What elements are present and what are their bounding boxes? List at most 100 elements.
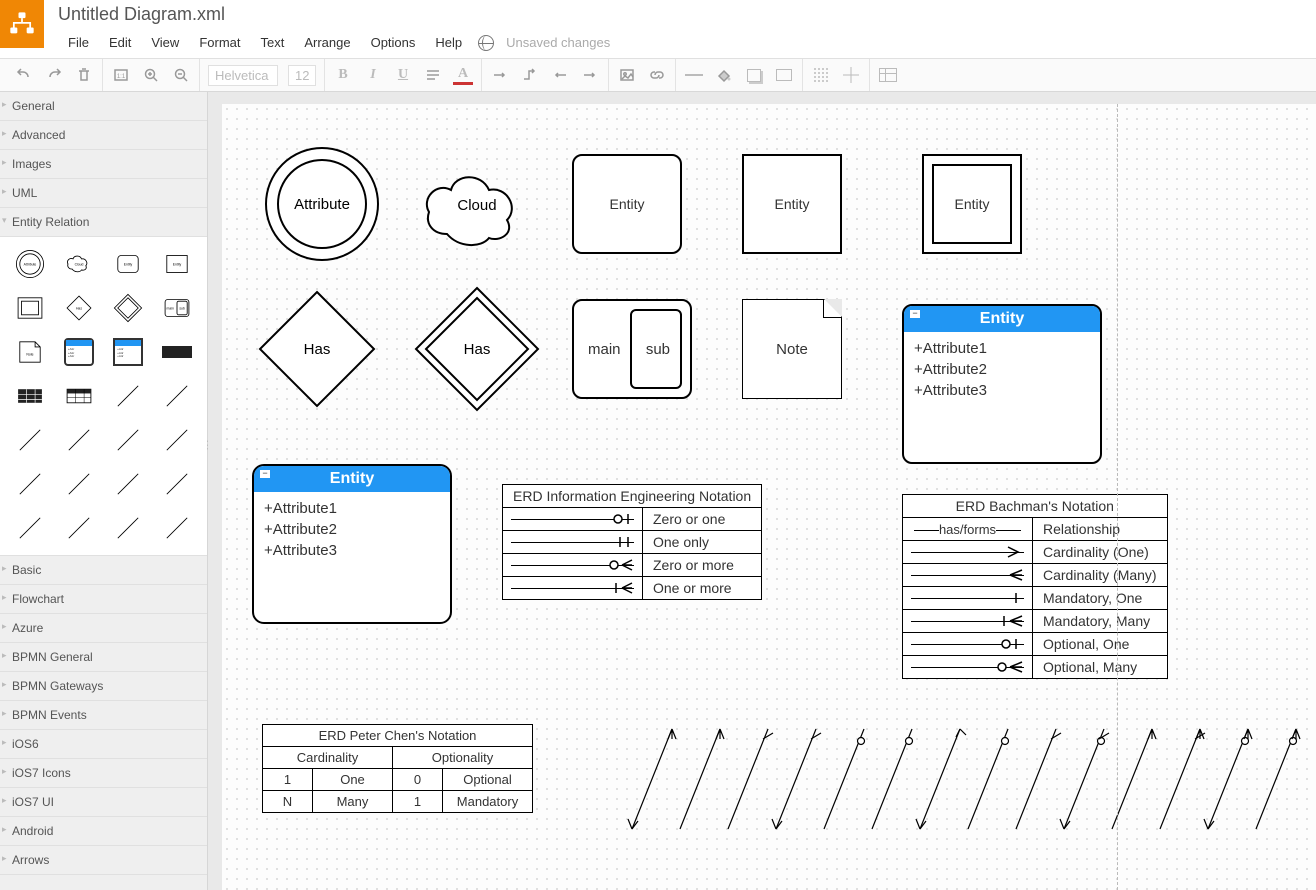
font-color-button[interactable]: A [453, 65, 473, 85]
redo-button[interactable] [44, 65, 64, 85]
palette-edge-2[interactable] [156, 377, 199, 415]
shape-entity-table-2[interactable]: − Entity +Attribute1 +Attribute2 +Attrib… [252, 464, 452, 624]
menu-file[interactable]: File [58, 31, 99, 54]
underline-button[interactable]: U [393, 65, 413, 85]
menu-text[interactable]: Text [250, 31, 294, 54]
grid-toggle[interactable] [811, 65, 831, 85]
sidebar-panel-ios7-ui[interactable]: iOS7 UI [0, 788, 207, 817]
font-size-field[interactable]: 12 [288, 65, 316, 86]
shape-cloud[interactable]: Cloud [412, 154, 542, 257]
edge-gallery[interactable] [622, 719, 1302, 852]
palette-cloud[interactable]: Cloud [57, 245, 100, 283]
palette-entity-double[interactable] [8, 289, 51, 327]
app-logo[interactable] [0, 0, 44, 48]
align-button[interactable] [423, 65, 443, 85]
palette-entity-table-blue2[interactable]: +Attr+Attr+Attr [107, 333, 150, 371]
svg-text:Cloud: Cloud [457, 197, 496, 214]
sidebar-panel-basic[interactable]: Basic [0, 556, 207, 585]
menu-arrange[interactable]: Arrange [294, 31, 360, 54]
shape-entity-square[interactable]: Entity [742, 154, 842, 254]
shape-entity-double[interactable]: Entity [922, 154, 1022, 254]
sidebar-panel-arrows[interactable]: Arrows [0, 846, 207, 875]
menu-format[interactable]: Format [189, 31, 250, 54]
zoom-out-button[interactable] [171, 65, 191, 85]
line-start-button[interactable] [550, 65, 570, 85]
sidebar-panel-ios7-icons[interactable]: iOS7 Icons [0, 759, 207, 788]
shape-attribute[interactable]: Attribute [262, 144, 382, 267]
palette-edge-3[interactable] [8, 421, 51, 459]
palette-has-double[interactable] [107, 289, 150, 327]
palette-note[interactable]: Note [8, 333, 51, 371]
palette-edge-7[interactable] [8, 465, 51, 503]
palette-edge-8[interactable] [57, 465, 100, 503]
undo-button[interactable] [14, 65, 34, 85]
diagram-canvas[interactable]: Attribute Cloud Entity Entity Entity Has… [222, 104, 1316, 890]
palette-edge-5[interactable] [107, 421, 150, 459]
sidebar-panel-bpmn-events[interactable]: BPMN Events [0, 701, 207, 730]
bold-button[interactable]: B [333, 65, 353, 85]
menu-help[interactable]: Help [425, 31, 472, 54]
connection-button[interactable] [490, 65, 510, 85]
palette-edge-13[interactable] [107, 509, 150, 547]
palette-edge-6[interactable] [156, 421, 199, 459]
table-ie-notation[interactable]: ERD Information Engineering Notation Zer… [502, 484, 762, 600]
line-end-button[interactable] [580, 65, 600, 85]
sidebar-panel-advanced[interactable]: Advanced [0, 121, 207, 150]
sidebar-panel-uml[interactable]: UML [0, 179, 207, 208]
table-bachman-notation[interactable]: ERD Bachman's Notation has/formsRelation… [902, 494, 1168, 679]
menu-view[interactable]: View [141, 31, 189, 54]
palette-edge-4[interactable] [57, 421, 100, 459]
palette-edge-10[interactable] [156, 465, 199, 503]
palette-attribute[interactable]: Attribute [8, 245, 51, 283]
shape-mainsub[interactable]: main sub [572, 299, 692, 399]
shape-box-button[interactable] [774, 65, 794, 85]
shape-note[interactable]: Note [742, 299, 842, 399]
palette-edge-11[interactable] [8, 509, 51, 547]
format-panel-toggle[interactable] [878, 65, 898, 85]
delete-button[interactable] [74, 65, 94, 85]
palette-entity-square[interactable]: Entity [156, 245, 199, 283]
line-color-button[interactable] [684, 65, 704, 85]
font-family-field[interactable]: Helvetica [208, 65, 278, 86]
palette-edge-1[interactable] [107, 377, 150, 415]
palette-row-dark[interactable] [156, 333, 199, 371]
image-button[interactable] [617, 65, 637, 85]
sidebar-panel-flowchart[interactable]: Flowchart [0, 585, 207, 614]
sidebar-panel-bpmn-gateways[interactable]: BPMN Gateways [0, 672, 207, 701]
sidebar-panel-entity-relation[interactable]: Entity Relation [0, 208, 207, 237]
palette-mainsub[interactable]: mainsub [156, 289, 199, 327]
palette-table-dark[interactable] [8, 377, 51, 415]
palette-table-light[interactable] [57, 377, 100, 415]
toolbar: 1:1 Helvetica 12 B I U A [0, 58, 1316, 92]
shadow-button[interactable] [744, 65, 764, 85]
menu-edit[interactable]: Edit [99, 31, 141, 54]
palette-has[interactable]: Has [57, 289, 100, 327]
italic-button[interactable]: I [363, 65, 383, 85]
sidebar-panel-ios6[interactable]: iOS6 [0, 730, 207, 759]
table-chen-notation[interactable]: ERD Peter Chen's Notation CardinalityOpt… [262, 724, 533, 813]
shape-entity-table-1[interactable]: − Entity +Attribute1 +Attribute2 +Attrib… [902, 304, 1102, 464]
palette-entity-table-blue[interactable]: +Attr+Attr+Attr [57, 333, 100, 371]
sidebar-panel-general[interactable]: General [0, 92, 207, 121]
svg-text:Attribute: Attribute [294, 196, 350, 213]
guides-toggle[interactable] [841, 65, 861, 85]
fill-color-button[interactable] [714, 65, 734, 85]
palette-entity-rounded[interactable]: Entity [107, 245, 150, 283]
sidebar-panel-images[interactable]: Images [0, 150, 207, 179]
sidebar-panel-android[interactable]: Android [0, 817, 207, 846]
shape-has-double[interactable]: Has [412, 284, 542, 417]
palette-edge-14[interactable] [156, 509, 199, 547]
shape-entity-rounded[interactable]: Entity [572, 154, 682, 254]
actual-size-button[interactable]: 1:1 [111, 65, 131, 85]
document-title[interactable]: Untitled Diagram.xml [58, 4, 1316, 25]
palette-edge-12[interactable] [57, 509, 100, 547]
menu-options[interactable]: Options [361, 31, 426, 54]
zoom-in-button[interactable] [141, 65, 161, 85]
sidebar-panel-azure[interactable]: Azure [0, 614, 207, 643]
shape-has[interactable]: Has [252, 284, 382, 417]
sidebar-panel-bpmn-general[interactable]: BPMN General [0, 643, 207, 672]
palette-edge-9[interactable] [107, 465, 150, 503]
link-button[interactable] [647, 65, 667, 85]
waypoint-button[interactable] [520, 65, 540, 85]
globe-icon[interactable] [478, 35, 494, 51]
